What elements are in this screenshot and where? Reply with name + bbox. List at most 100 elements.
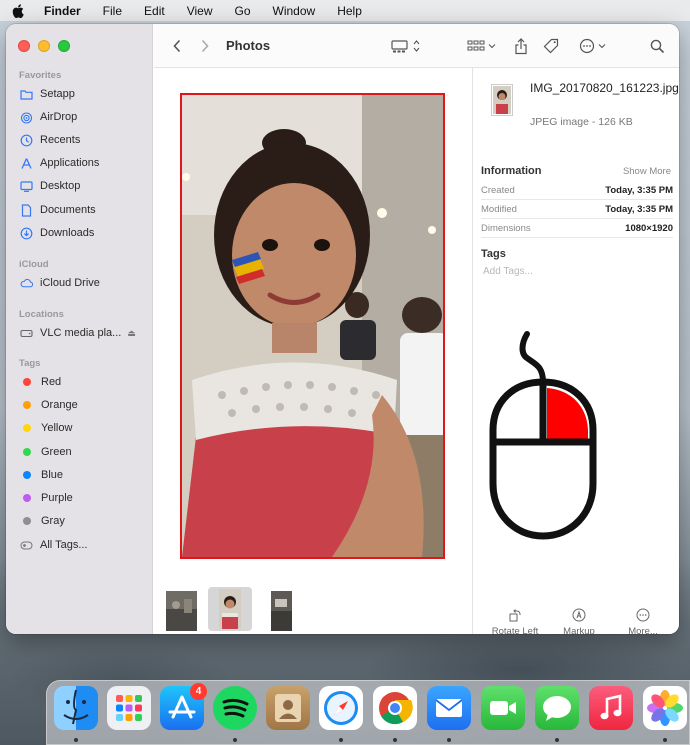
close-button[interactable] [18,40,30,52]
grid-icon [467,40,496,51]
back-button[interactable] [172,36,182,56]
finder-window: Favorites Setapp AirDrop Recents Applica… [6,24,679,634]
action-menu-button[interactable] [579,36,609,56]
info-value: Today, 3:35 PM [605,203,673,215]
tag-dot-yellow [23,424,31,432]
info-key: Created [481,184,515,196]
sidebar-tag-gray[interactable]: Gray [20,512,65,530]
sidebar-section-favorites: Favorites [19,70,62,81]
dock-contacts-icon[interactable] [266,686,310,730]
search-icon [650,39,665,53]
share-button[interactable] [514,36,528,56]
view-mode-button[interactable] [391,36,421,56]
thumbnail-2-selected[interactable] [208,587,252,631]
search-button[interactable] [650,36,665,56]
rotate-left-button[interactable]: Rotate Left [485,608,545,634]
sidebar-item-recents[interactable]: Recents [20,131,80,149]
chevron-left-icon [173,39,181,53]
dock-launchpad-icon[interactable] [107,686,151,730]
running-indicator [339,738,343,742]
tag-button[interactable] [543,36,559,56]
sidebar-item-airdrop[interactable]: AirDrop [20,108,77,126]
dock-chrome-icon[interactable] [373,686,417,730]
sidebar-tag-green[interactable]: Green [20,443,72,461]
sidebar-tag-yellow[interactable]: Yellow [20,419,72,437]
inspector-panel: IMG_20170820_161223.jpg JPEG image - 126… [472,68,679,634]
sidebar-tag-orange[interactable]: Orange [20,396,78,414]
sidebar-tag-purple[interactable]: Purple [20,489,73,507]
more-button[interactable]: More... [613,608,673,634]
document-icon [20,203,33,217]
forward-button[interactable] [200,36,210,56]
sidebar-item-desktop[interactable]: Desktop [20,177,80,195]
mouse-right-click-icon [489,331,597,540]
minimize-button[interactable] [38,40,50,52]
sidebar-item-label: Setapp [40,88,75,100]
markup-icon [572,608,586,622]
sidebar-item-downloads[interactable]: Downloads [20,224,94,242]
cloud-icon [20,277,33,290]
folder-icon [20,88,33,101]
file-name: IMG_20170820_161223.jpg [530,81,679,95]
sidebar-section-tags: Tags [19,358,41,369]
sidebar-item-label: Documents [40,204,96,216]
group-button[interactable] [467,36,497,56]
sidebar-item-label: Recents [40,134,81,146]
menu-go[interactable]: Go [235,4,251,18]
dock-safari-icon[interactable] [319,686,363,730]
eject-icon[interactable]: ⏏ [127,328,136,339]
window-controls [18,40,70,52]
menu-edit[interactable]: Edit [144,4,165,18]
dock-photos-icon[interactable] [643,686,687,730]
dock-messages-icon[interactable] [535,686,579,730]
airdrop-icon [20,111,33,124]
sidebar-item-icloud-drive[interactable]: iCloud Drive [20,274,100,292]
menu-view[interactable]: View [187,4,213,18]
sidebar-tag-blue[interactable]: Blue [20,466,63,484]
thumbnail-1[interactable] [166,591,197,631]
markup-label: Markup [563,626,595,634]
photos-flower-icon [647,690,683,726]
zoom-button[interactable] [58,40,70,52]
sidebar: Favorites Setapp AirDrop Recents Applica… [6,24,153,634]
desktop-icon [20,180,33,193]
more-icon [636,608,650,622]
sidebar-item-documents[interactable]: Documents [20,201,96,219]
sidebar-tag-red[interactable]: Red [20,373,61,391]
sidebar-item-setapp[interactable]: Setapp [20,85,75,103]
tag-dot-orange [23,401,31,409]
dock-facetime-icon[interactable] [481,686,525,730]
add-tags-field[interactable]: Add Tags... [483,266,533,277]
sidebar-tag-label: Purple [41,492,73,504]
dock-spotify-icon[interactable] [213,686,257,730]
show-more-link[interactable]: Show More [623,166,671,177]
sidebar-tag-label: Yellow [41,422,73,434]
sidebar-item-vlc[interactable]: VLC media pla... ⏏ [20,324,136,342]
menu-app-name[interactable]: Finder [44,4,81,18]
messages-bubble-icon [543,696,571,721]
rotate-left-label: Rotate Left [491,626,539,634]
markup-button[interactable]: Markup [549,608,609,634]
dock-music-icon[interactable] [589,686,633,730]
sidebar-item-label: iCloud Drive [40,277,100,289]
menu-window[interactable]: Window [273,4,316,18]
sidebar-tag-label: Green [41,446,72,458]
thumbnail-3[interactable] [266,591,297,631]
menu-help[interactable]: Help [337,4,362,18]
info-key: Modified [481,203,517,215]
info-value: Today, 3:35 PM [605,184,673,196]
running-indicator [233,738,237,742]
dock-mail-icon[interactable] [427,686,471,730]
thumbnail-image [166,591,197,631]
running-indicator [393,738,397,742]
sidebar-item-applications[interactable]: Applications [20,154,99,172]
info-key: Dimensions [481,222,531,234]
dock-finder-icon[interactable] [54,686,98,730]
sidebar-all-tags[interactable]: All Tags... [20,536,88,554]
download-icon [20,227,33,240]
safari-compass-icon [324,691,358,725]
info-value: 1080×1920 [625,222,673,234]
menu-file[interactable]: File [103,4,122,18]
selected-photo[interactable] [180,93,445,559]
apple-icon[interactable] [12,3,24,18]
